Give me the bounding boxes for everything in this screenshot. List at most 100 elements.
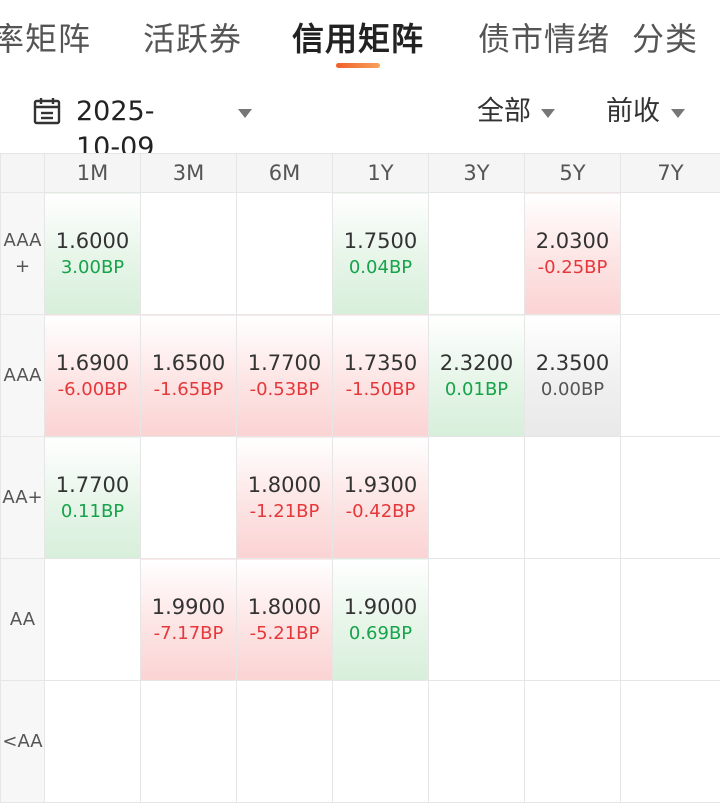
empty-cell [141, 681, 237, 803]
yield-value: 1.7500 [333, 227, 428, 255]
yield-value: 2.0300 [525, 227, 620, 255]
table-row: AA+1.77000.11BP 1.8000-1.21BP1.9300-0.42B… [1, 437, 720, 559]
bp-change: -7.17BP [141, 621, 236, 647]
yield-cell[interactable]: 1.6900-6.00BP [45, 315, 141, 437]
empty-cell [141, 437, 237, 559]
corner-cell [1, 154, 45, 193]
empty-cell [621, 559, 720, 681]
empty-cell [621, 193, 720, 315]
column-header-5y: 5Y [525, 154, 621, 193]
scope-dropdown[interactable]: 全部 [477, 94, 531, 130]
column-header-3y: 3Y [429, 154, 525, 193]
yield-cell[interactable]: 1.9900-7.17BP [141, 559, 237, 681]
tab-active-bonds[interactable]: 活跃券 [143, 18, 242, 60]
column-header-1m: 1M [45, 154, 141, 193]
empty-cell [525, 559, 621, 681]
tab-rate-matrix[interactable]: 率矩阵 [0, 18, 91, 60]
bp-change: 0.11BP [45, 499, 140, 525]
empty-cell [141, 193, 237, 315]
tab-credit-matrix[interactable]: 信用矩阵 [292, 18, 424, 60]
tab-category[interactable]: 分类 [632, 18, 698, 60]
column-header-1y: 1Y [333, 154, 429, 193]
empty-cell [45, 559, 141, 681]
yield-value: 2.3500 [525, 349, 620, 377]
table-row: AAA1.6900-6.00BP1.6500-1.65BP1.7700-0.53… [1, 315, 720, 437]
yield-value: 1.9900 [141, 593, 236, 621]
empty-cell [237, 681, 333, 803]
top-tab-bar: 率矩阵 活跃券 信用矩阵 债市情绪 分类 [0, 0, 720, 76]
chevron-down-icon [541, 109, 555, 118]
empty-cell [429, 193, 525, 315]
compare-dropdown[interactable]: 前收 [606, 94, 660, 130]
empty-cell [429, 437, 525, 559]
yield-cell[interactable]: 1.60003.00BP [45, 193, 141, 315]
bp-change: -0.42BP [333, 499, 428, 525]
bp-change: 0.04BP [333, 255, 428, 281]
bp-change: 0.00BP [525, 377, 620, 403]
table-row: <AA [1, 681, 720, 803]
bp-change: -6.00BP [45, 377, 140, 403]
yield-cell[interactable]: 2.32000.01BP [429, 315, 525, 437]
table-row: AAA+1.60003.00BP 1.75000.04BP 2.0300-0.25B… [1, 193, 720, 315]
yield-cell[interactable]: 1.7700-0.53BP [237, 315, 333, 437]
header-row: 1M 3M 6M 1Y 3Y 5Y 7Y [1, 154, 720, 193]
empty-cell [429, 559, 525, 681]
yield-value: 1.9300 [333, 471, 428, 499]
rating-label: <AA [1, 681, 45, 803]
yield-value: 1.6000 [45, 227, 140, 255]
compare-label: 前收 [606, 96, 660, 127]
filter-bar: 2025-10-09 全部 前收 [0, 82, 720, 144]
chevron-down-icon [671, 109, 685, 118]
bp-change: 3.00BP [45, 255, 140, 281]
yield-value: 1.8000 [237, 593, 332, 621]
bp-change: -1.65BP [141, 377, 236, 403]
yield-value: 1.7350 [333, 349, 428, 377]
bp-change: -0.53BP [237, 377, 332, 403]
empty-cell [45, 681, 141, 803]
yield-value: 1.7700 [45, 471, 140, 499]
yield-cell[interactable]: 2.0300-0.25BP [525, 193, 621, 315]
bp-change: 0.01BP [429, 377, 524, 403]
yield-value: 1.6500 [141, 349, 236, 377]
bp-change: -5.21BP [237, 621, 332, 647]
bp-change: -1.50BP [333, 377, 428, 403]
yield-cell[interactable]: 1.7350-1.50BP [333, 315, 429, 437]
yield-cell[interactable]: 1.9300-0.42BP [333, 437, 429, 559]
table-row: AA 1.9900-7.17BP1.8000-5.21BP1.90000.69BP [1, 559, 720, 681]
yield-value: 1.6900 [45, 349, 140, 377]
scope-label: 全部 [477, 96, 531, 127]
yield-cell[interactable]: 1.77000.11BP [45, 437, 141, 559]
credit-matrix-table: 1M 3M 6M 1Y 3Y 5Y 7Y AAA+1.60003.00BP 1.7… [0, 153, 720, 803]
chevron-down-icon [238, 109, 252, 118]
empty-cell [621, 681, 720, 803]
rating-label: AA [1, 559, 45, 681]
yield-value: 1.9000 [333, 593, 428, 621]
bp-change: -1.21BP [237, 499, 332, 525]
yield-cell[interactable]: 1.75000.04BP [333, 193, 429, 315]
yield-value: 1.7700 [237, 349, 332, 377]
empty-cell [429, 681, 525, 803]
empty-cell [525, 681, 621, 803]
bp-change: 0.69BP [333, 621, 428, 647]
yield-cell[interactable]: 1.90000.69BP [333, 559, 429, 681]
empty-cell [333, 681, 429, 803]
rating-label: AA+ [1, 437, 45, 559]
empty-cell [525, 437, 621, 559]
yield-cell[interactable]: 1.8000-5.21BP [237, 559, 333, 681]
yield-value: 1.8000 [237, 471, 332, 499]
yield-cell[interactable]: 1.6500-1.65BP [141, 315, 237, 437]
empty-cell [237, 193, 333, 315]
column-header-3m: 3M [141, 154, 237, 193]
active-tab-indicator [336, 63, 380, 68]
yield-value: 2.3200 [429, 349, 524, 377]
rating-label: AAA+ [1, 193, 45, 315]
rating-label: AAA [1, 315, 45, 437]
calendar-icon [32, 96, 62, 126]
yield-cell[interactable]: 1.8000-1.21BP [237, 437, 333, 559]
empty-cell [621, 315, 720, 437]
yield-cell[interactable]: 2.35000.00BP [525, 315, 621, 437]
bp-change: -0.25BP [525, 255, 620, 281]
column-header-6m: 6M [237, 154, 333, 193]
empty-cell [621, 437, 720, 559]
tab-bond-sentiment[interactable]: 债市情绪 [478, 18, 610, 60]
